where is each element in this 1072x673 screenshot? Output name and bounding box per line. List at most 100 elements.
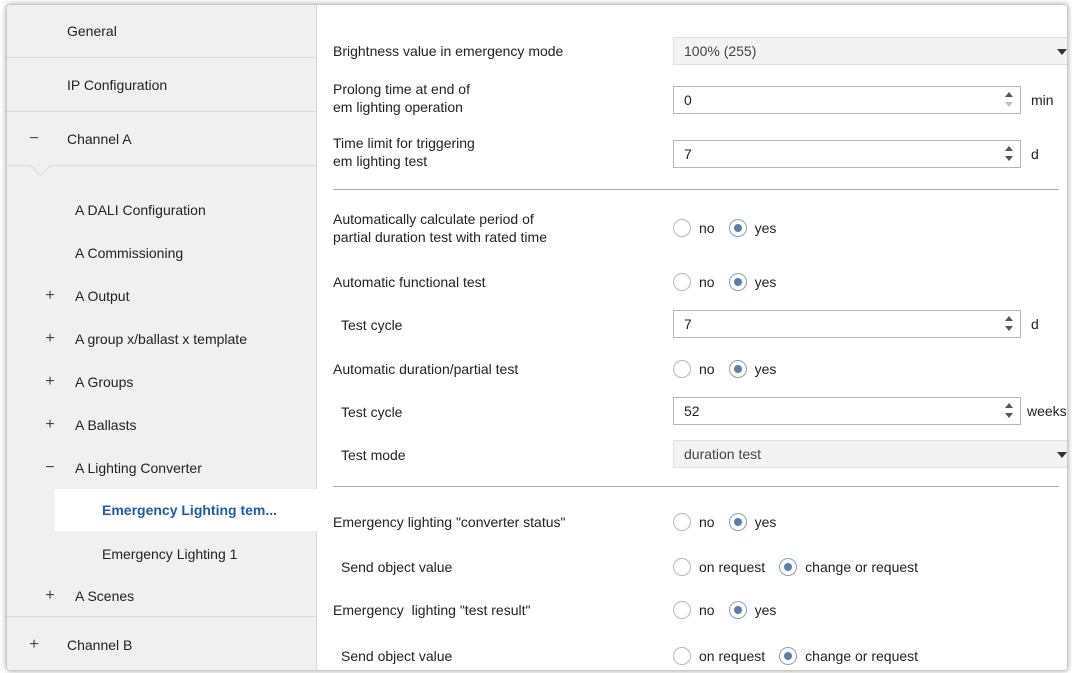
parameter-panel: Brightness value in emergency mode 100% … — [317, 5, 1067, 670]
converter-status-label: Emergency lighting "converter status" — [333, 514, 566, 530]
radio-yes-label: yes — [754, 220, 777, 236]
sidebar-item-label: A DALI Configuration — [75, 202, 206, 218]
sidebar-item-emergency-lighting-template[interactable]: Emergency Lighting tem... — [55, 489, 317, 531]
section-divider — [333, 189, 1059, 190]
radio-on-request[interactable] — [673, 647, 691, 665]
test-cycle-duration-input[interactable]: 52 — [673, 397, 1021, 425]
prolong-unit: min — [1031, 92, 1054, 108]
sidebar-item-a-groups[interactable]: + A Groups — [7, 361, 317, 403]
time-limit-input[interactable]: 7 — [673, 140, 1021, 168]
radio-no-label: no — [699, 274, 715, 290]
row-prolong-time: Prolong time at end of em lighting opera… — [333, 80, 1059, 120]
sidebar-item-label: A Lighting Converter — [75, 460, 202, 476]
sidebar-item-a-ballasts[interactable]: + A Ballasts — [7, 404, 317, 446]
test-result-radio-group: no yes — [673, 601, 790, 619]
sidebar-item-label: A Output — [75, 288, 130, 304]
test-mode-label: Test mode — [341, 447, 406, 463]
time-limit-value: 7 — [684, 146, 692, 162]
section-divider — [333, 486, 1059, 487]
sidebar-item-label: Emergency Lighting 1 — [102, 546, 238, 562]
radio-on-request[interactable] — [673, 558, 691, 576]
auto-duration-label: Automatic duration/partial test — [333, 361, 519, 377]
prolong-label-line1: Prolong time at end of — [333, 81, 470, 97]
radio-yes[interactable] — [728, 513, 747, 531]
converter-status-radio-group: no yes — [673, 513, 790, 531]
sidebar-item-label: Channel A — [67, 131, 132, 147]
radio-no-label: no — [699, 220, 715, 236]
expand-icon[interactable]: + — [43, 287, 57, 305]
radio-change-or-request-label: change or request — [805, 559, 919, 575]
radio-on-request-label: on request — [699, 559, 766, 575]
test-cycle-value: 52 — [684, 403, 700, 419]
radio-change-or-request[interactable] — [779, 558, 798, 576]
chevron-down-icon — [1057, 49, 1067, 55]
app-window: General IP Configuration − Channel A A D… — [6, 4, 1068, 671]
radio-yes-label: yes — [754, 514, 777, 530]
row-auto-calc: Automatically calculate period of partia… — [333, 210, 1059, 250]
sidebar-item-a-group-template[interactable]: + A group x/ballast x template — [7, 318, 317, 360]
row-time-limit: Time limit for triggering em lighting te… — [333, 134, 1059, 174]
sidebar-item-label: A Ballasts — [75, 417, 137, 433]
radio-change-or-request[interactable] — [779, 647, 798, 665]
sidebar-item-channel-b[interactable]: + Channel B — [7, 619, 317, 670]
radio-yes-label: yes — [754, 361, 777, 377]
radio-no[interactable] — [673, 513, 691, 531]
time-limit-label-line1: Time limit for triggering — [333, 135, 475, 151]
expand-icon[interactable]: + — [43, 330, 57, 348]
sidebar-item-a-lighting-converter[interactable]: − A Lighting Converter — [7, 447, 317, 489]
sidebar-item-ip-configuration[interactable]: IP Configuration — [7, 59, 317, 112]
time-limit-unit: d — [1031, 146, 1039, 162]
collapse-icon[interactable]: − — [43, 459, 57, 477]
radio-no[interactable] — [673, 601, 691, 619]
stepper-arrows-icon[interactable] — [1004, 401, 1014, 421]
collapse-icon[interactable]: − — [27, 130, 41, 148]
send-value-label: Send object value — [341, 559, 453, 575]
test-cycle-value: 7 — [684, 316, 692, 332]
row-test-result: Emergency lighting "test result" no yes — [333, 599, 1059, 623]
sidebar-item-a-output[interactable]: + A Output — [7, 275, 317, 317]
auto-calc-label-line1: Automatically calculate period of — [333, 211, 534, 227]
sidebar-item-label: A group x/ballast x template — [75, 331, 247, 347]
sidebar-item-label: A Scenes — [75, 587, 135, 604]
sidebar-item-emergency-lighting-1[interactable]: Emergency Lighting 1 — [7, 533, 317, 575]
row-test-cycle-functional: Test cycle 7 d — [333, 310, 1059, 338]
stepper-arrows-icon[interactable] — [1004, 314, 1014, 334]
send-value-result-radio-group: on request change or request — [673, 647, 932, 665]
row-auto-duration: Automatic duration/partial test no yes — [333, 358, 1059, 382]
sidebar-item-label: General — [67, 23, 117, 39]
expand-icon[interactable]: + — [27, 636, 41, 654]
radio-no[interactable] — [673, 360, 691, 378]
radio-yes[interactable] — [728, 601, 747, 619]
prolong-value: 0 — [684, 92, 692, 108]
prolong-time-input[interactable]: 0 — [673, 86, 1021, 114]
test-mode-value: duration test — [684, 446, 762, 462]
row-auto-functional: Automatic functional test no yes — [333, 271, 1059, 295]
sidebar-item-label: Emergency Lighting tem... — [102, 502, 278, 518]
test-mode-select[interactable]: duration test — [673, 440, 1067, 468]
sidebar-item-a-scenes[interactable]: + A Scenes — [7, 575, 317, 617]
brightness-select[interactable]: 100% (255) — [673, 37, 1067, 65]
send-value-label: Send object value — [341, 648, 453, 664]
sidebar-item-a-commissioning[interactable]: A Commissioning — [7, 232, 317, 274]
stepper-arrows-icon[interactable] — [1004, 144, 1014, 164]
radio-yes[interactable] — [728, 219, 747, 237]
expand-icon[interactable]: + — [43, 416, 57, 434]
radio-no-label: no — [699, 514, 715, 530]
brightness-value: 100% (255) — [684, 43, 757, 59]
sidebar-item-a-dali-configuration[interactable]: A DALI Configuration — [7, 189, 317, 231]
brightness-label: Brightness value in emergency mode — [333, 43, 564, 59]
row-test-cycle-duration: Test cycle 52 weeks — [333, 397, 1067, 425]
radio-yes[interactable] — [728, 273, 747, 291]
sidebar-item-channel-a[interactable]: − Channel A — [7, 113, 317, 166]
expand-icon[interactable]: + — [43, 373, 57, 391]
expand-icon[interactable]: + — [43, 587, 57, 605]
sidebar-item-general[interactable]: General — [7, 5, 317, 58]
radio-no[interactable] — [673, 219, 691, 237]
stepper-arrows-icon[interactable] — [1004, 90, 1014, 110]
row-send-value-result: Send object value on request change or r… — [333, 645, 1059, 669]
test-cycle-functional-input[interactable]: 7 — [673, 310, 1021, 338]
test-result-label: Emergency lighting "test result" — [333, 602, 531, 618]
radio-yes[interactable] — [728, 360, 747, 378]
row-brightness: Brightness value in emergency mode 100% … — [333, 37, 1067, 65]
radio-no[interactable] — [673, 273, 691, 291]
